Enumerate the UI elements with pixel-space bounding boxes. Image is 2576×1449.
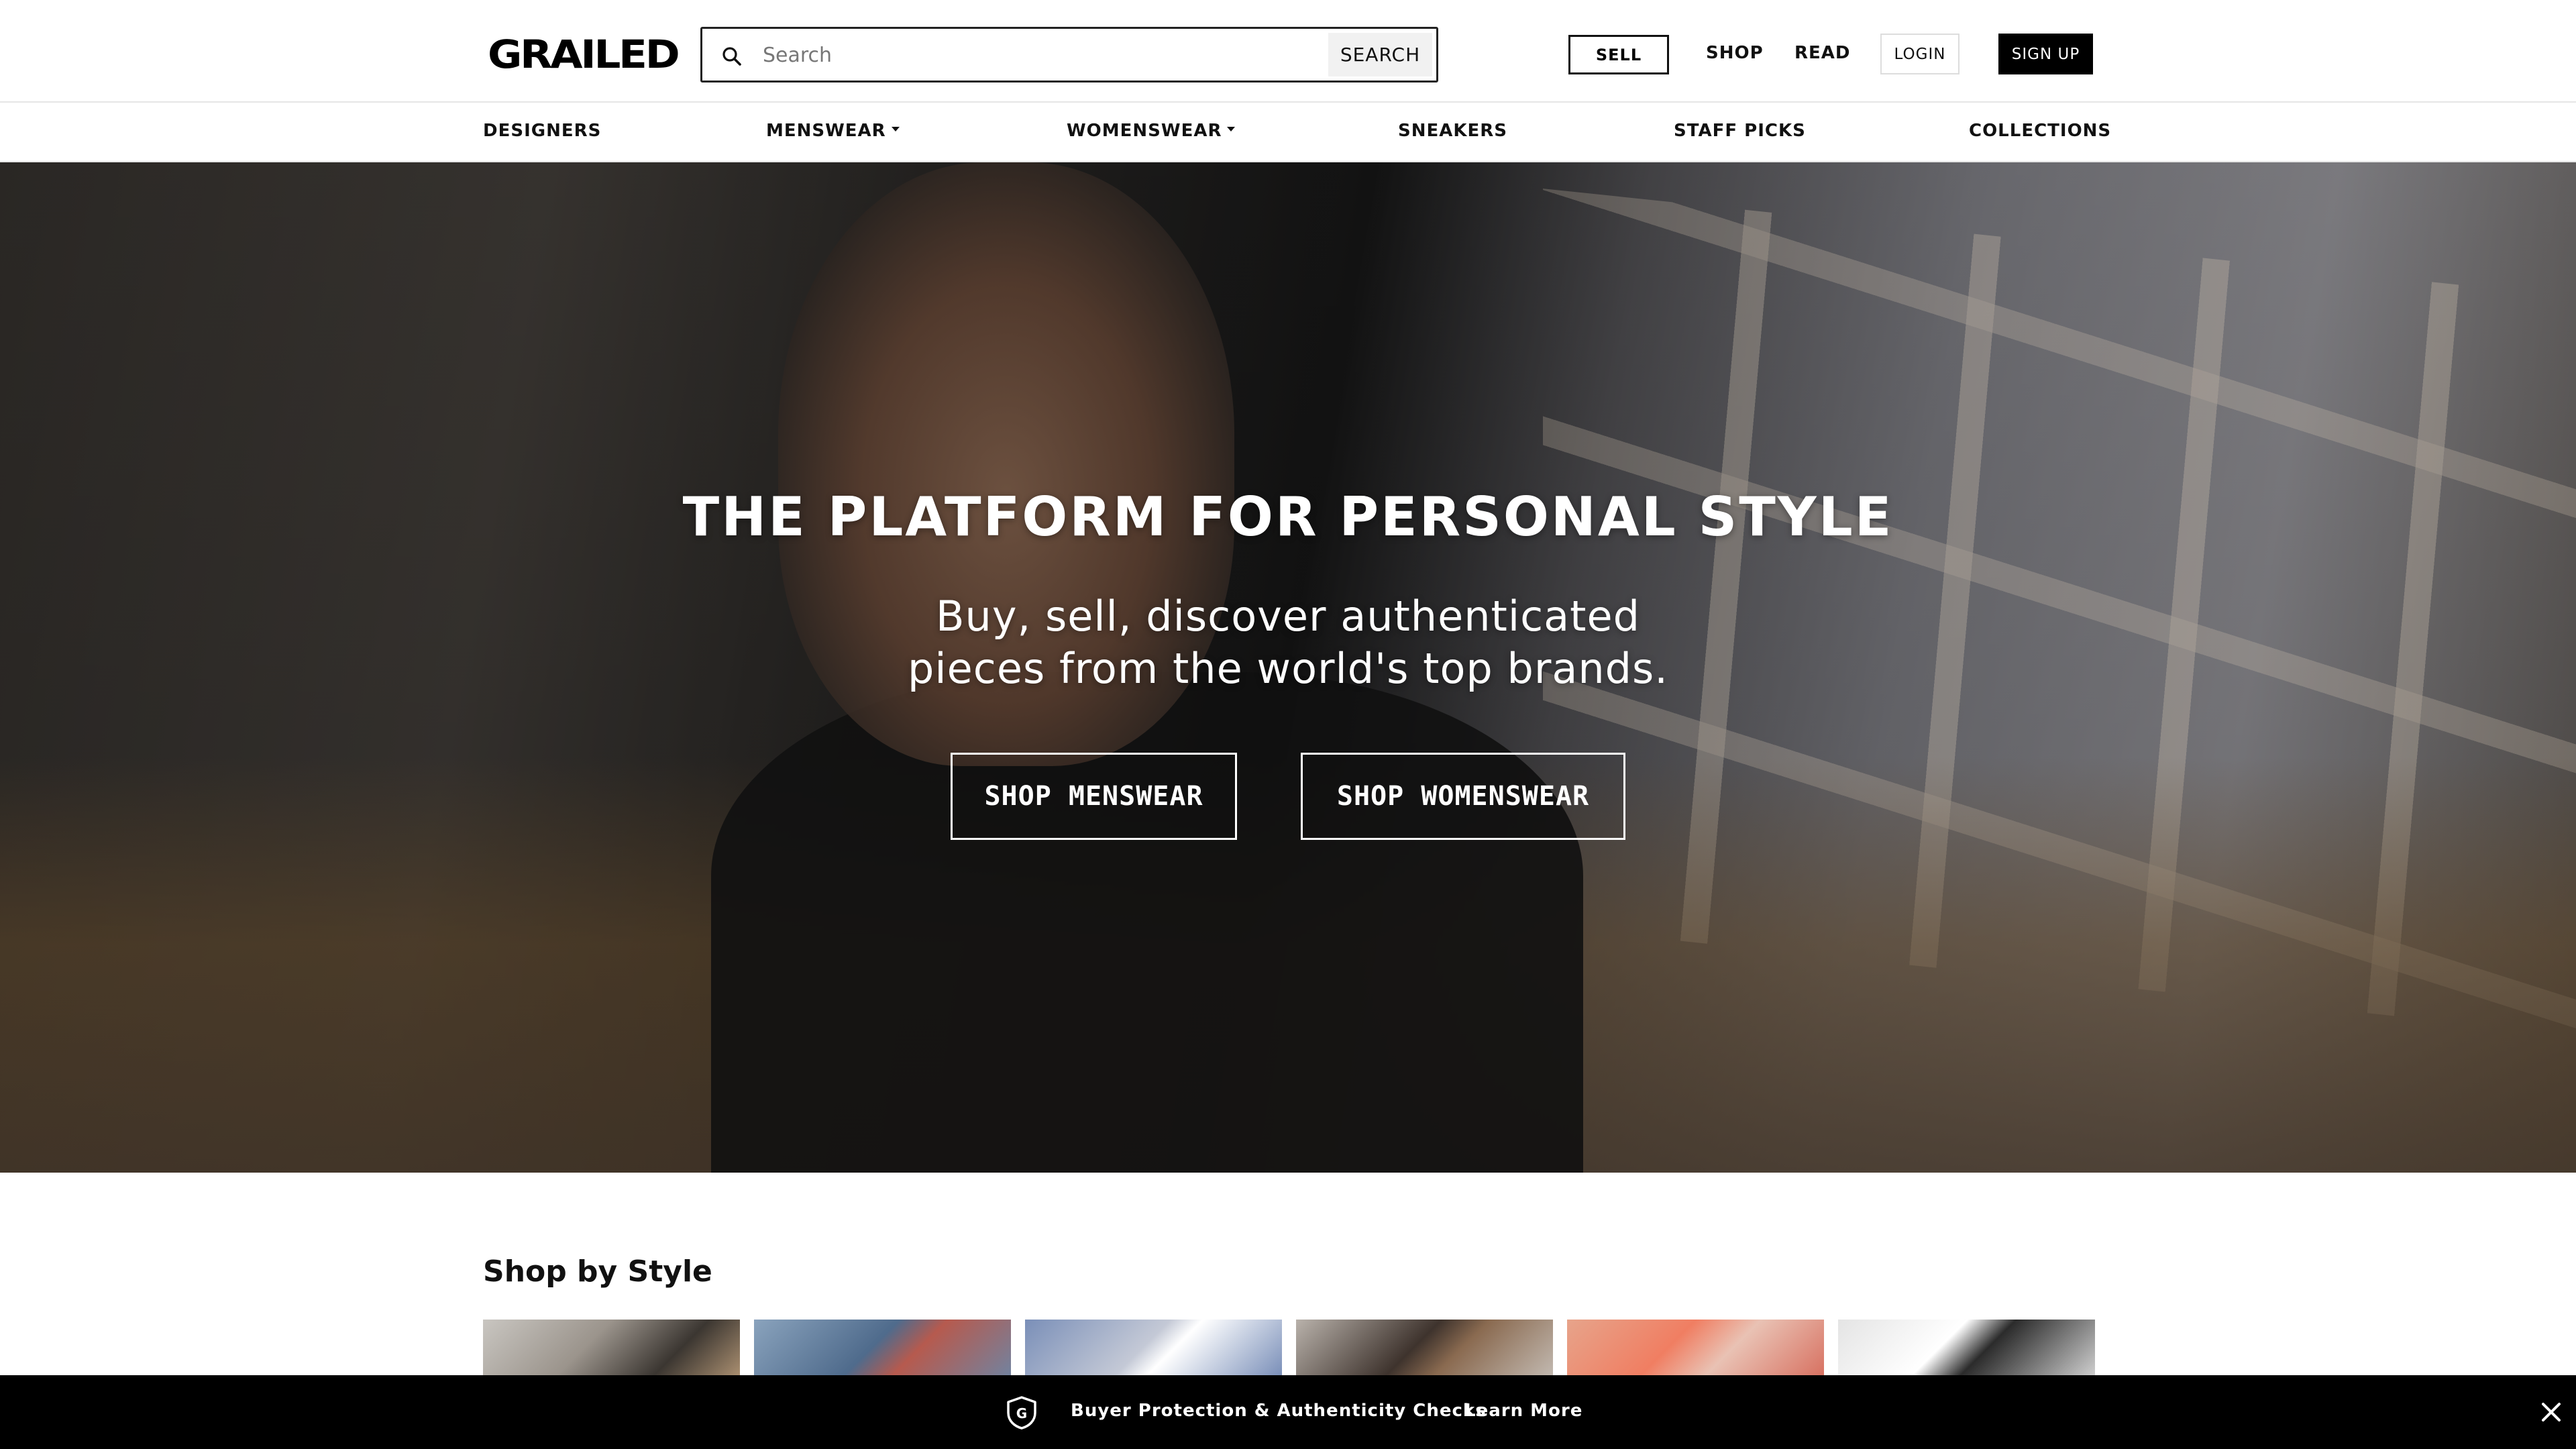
learn-more-link[interactable]: Learn More	[1464, 1401, 1582, 1421]
nav-item-label: DESIGNERS	[483, 121, 602, 141]
caret-down-icon	[891, 127, 900, 131]
hero-subtitle: Buy, sell, discover authenticated pieces…	[872, 590, 1704, 695]
nav-item-label: SNEAKERS	[1398, 121, 1508, 141]
search-input[interactable]	[763, 37, 1353, 74]
nav-item-label: COLLECTIONS	[1969, 121, 2112, 141]
close-icon[interactable]	[2539, 1400, 2563, 1424]
nav-item-label: STAFF PICKS	[1674, 121, 1806, 141]
hero-subtitle-line: Buy, sell, discover authenticated	[936, 592, 1640, 641]
banner-text: Buyer Protection & Authenticity Checks	[1071, 1401, 1487, 1421]
signup-button[interactable]: SIGN UP	[1998, 34, 2093, 74]
hero-title: THE PLATFORM FOR PERSONAL STYLE	[682, 486, 1894, 548]
search-bar: SEARCH	[700, 27, 1438, 83]
shop-menswear-button[interactable]: SHOP MENSWEAR	[951, 753, 1237, 840]
category-nav: DESIGNERS MENSWEAR WOMENSWEAR SNEAKERS S…	[0, 101, 2576, 162]
hero-figure-body	[711, 672, 1583, 1173]
grailed-logo[interactable]: GRAILED	[488, 32, 680, 76]
shop-womenswear-button[interactable]: SHOP WOMENSWEAR	[1301, 753, 1625, 840]
sell-button[interactable]: SELL	[1568, 35, 1669, 74]
nav-item-menswear[interactable]: MENSWEAR	[766, 121, 900, 141]
nav-item-staff-picks[interactable]: STAFF PICKS	[1674, 121, 1806, 141]
search-button[interactable]: SEARCH	[1328, 33, 1432, 76]
site-header: GRAILED SEARCH SELL SHOP READ LOGIN SIGN…	[0, 0, 2576, 101]
nav-item-womenswear[interactable]: WOMENSWEAR	[1067, 121, 1236, 141]
search-icon	[722, 47, 741, 66]
nav-item-sneakers[interactable]: SNEAKERS	[1398, 121, 1507, 141]
shop-link[interactable]: SHOP	[1706, 43, 1764, 63]
shop-by-style-title: Shop by Style	[483, 1254, 712, 1289]
caret-down-icon	[1227, 127, 1236, 131]
read-link[interactable]: READ	[1794, 43, 1851, 63]
buyer-protection-banner: G Buyer Protection & Authenticity Checks…	[0, 1375, 2576, 1449]
nav-item-label: MENSWEAR	[766, 121, 886, 141]
hero-subtitle-line: pieces from the world's top brands.	[908, 644, 1668, 693]
shield-g-icon: G	[1007, 1396, 1036, 1430]
nav-item-collections[interactable]: COLLECTIONS	[1969, 121, 2111, 141]
login-button[interactable]: LOGIN	[1880, 34, 1960, 74]
nav-item-label: WOMENSWEAR	[1067, 121, 1222, 141]
svg-text:G: G	[1016, 1405, 1027, 1421]
nav-item-designers[interactable]: DESIGNERS	[483, 121, 601, 141]
hero-banner: THE PLATFORM FOR PERSONAL STYLE Buy, sel…	[0, 162, 2576, 1173]
